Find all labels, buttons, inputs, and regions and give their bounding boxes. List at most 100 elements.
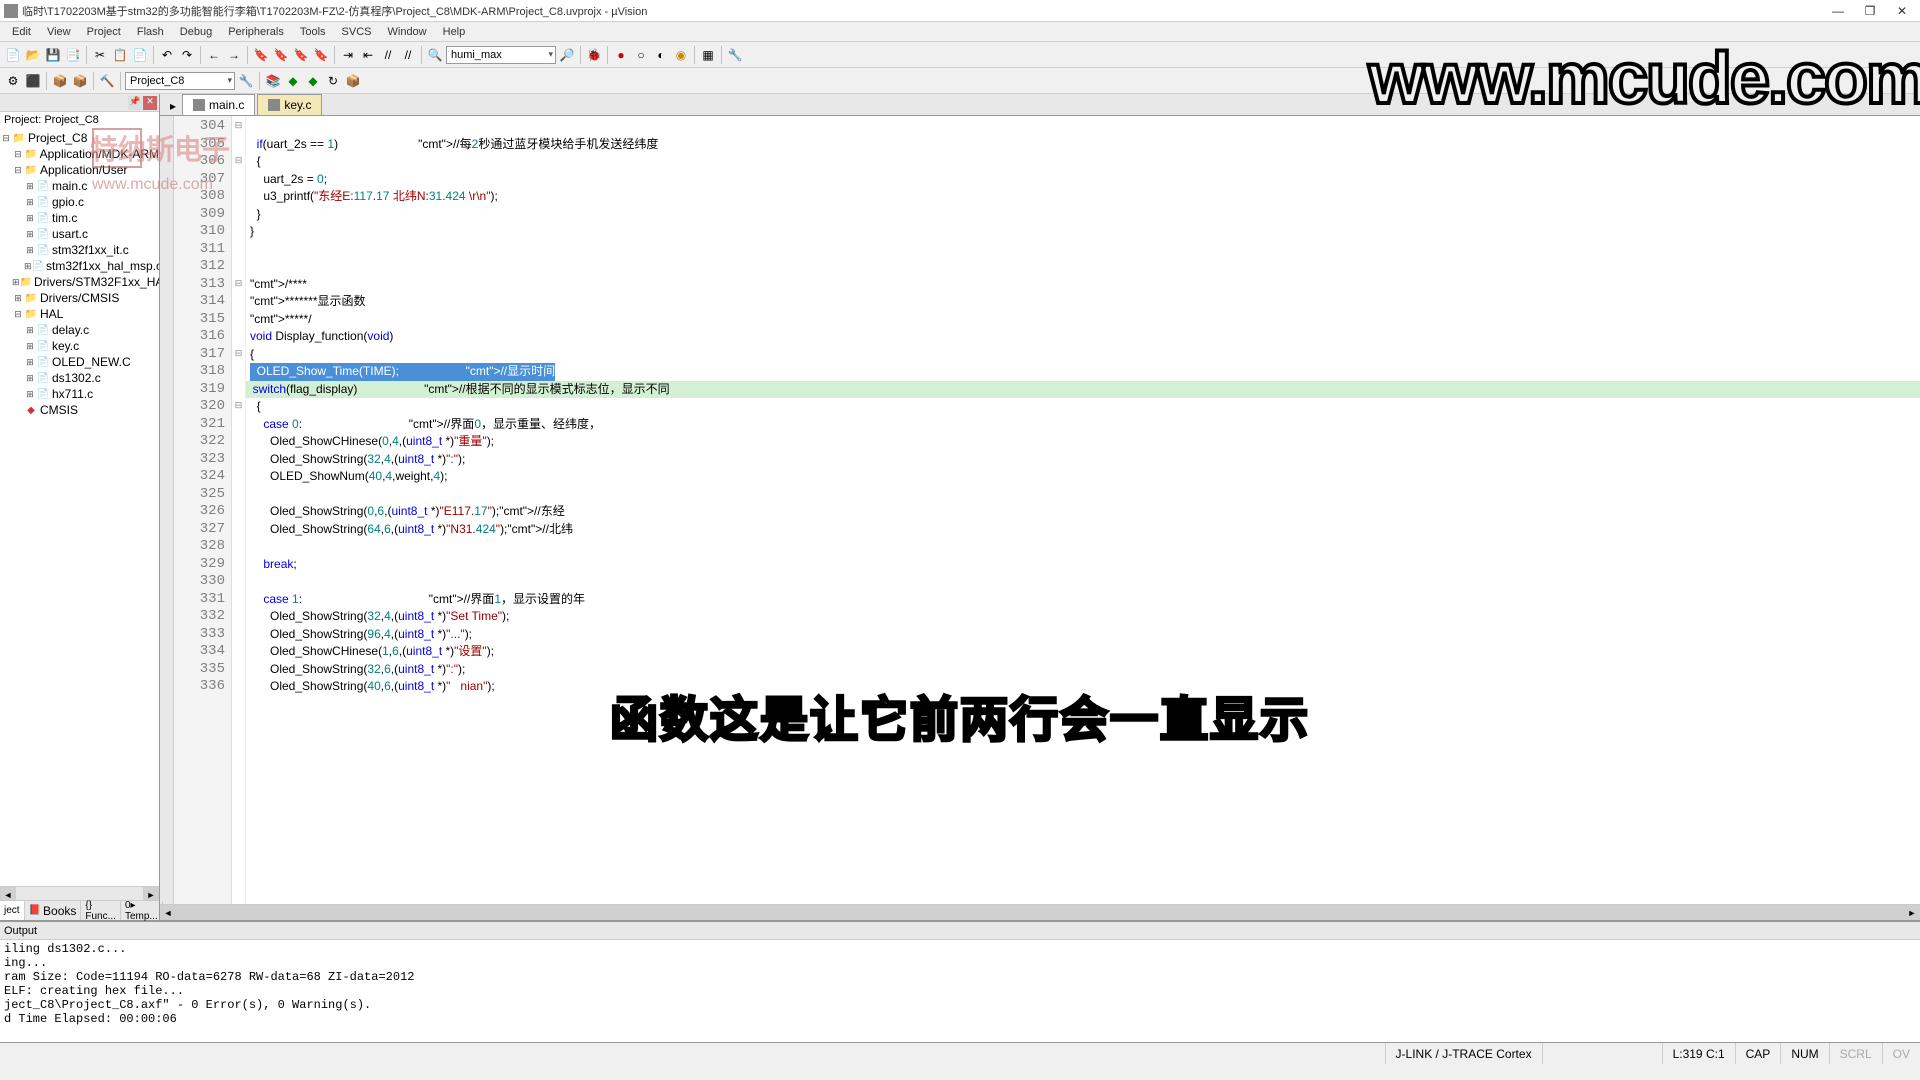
tree-file[interactable]: stm32f1xx_it.c: [52, 243, 129, 257]
rebuild-icon[interactable]: 📦: [51, 72, 69, 90]
uncomment-icon[interactable]: //: [399, 46, 417, 64]
indent-icon[interactable]: ⇥: [339, 46, 357, 64]
translate-icon[interactable]: ⚙: [4, 72, 22, 90]
watermark-logo-text: 特纳斯电子: [90, 128, 230, 168]
cut-icon[interactable]: ✂: [91, 46, 109, 64]
editor-area: ▸ main.c key.c 3043053063073083093103113…: [160, 94, 1920, 920]
tree-file[interactable]: hx711.c: [52, 387, 93, 401]
scroll-right-icon[interactable]: ►: [143, 887, 159, 900]
configure-icon[interactable]: 🔧: [726, 46, 744, 64]
status-cap: CAP: [1735, 1043, 1781, 1064]
status-num: NUM: [1780, 1043, 1828, 1064]
breakpoint-icon[interactable]: ●: [612, 46, 630, 64]
find-icon[interactable]: 🔍: [426, 46, 444, 64]
pack3-icon[interactable]: ↻: [324, 72, 342, 90]
window-title: 临时\T1702203M基于stm32的多功能智能行李箱\T1702203M-F…: [22, 3, 1828, 19]
editor-tab-key[interactable]: key.c: [257, 94, 322, 115]
tree-file[interactable]: ds1302.c: [52, 371, 101, 385]
output-title: Output: [0, 922, 1920, 940]
open-icon[interactable]: 📂: [24, 46, 42, 64]
tree-file[interactable]: key.c: [52, 339, 79, 353]
tree-file[interactable]: tim.c: [52, 211, 77, 225]
tree-folder[interactable]: Drivers/STM32F1xx_HAL_Driv: [34, 275, 159, 289]
tree-folder[interactable]: HAL: [40, 307, 63, 321]
pack-icon[interactable]: ◆: [284, 72, 302, 90]
comment-icon[interactable]: //: [379, 46, 397, 64]
menu-svcs[interactable]: SVCS: [334, 26, 380, 38]
file-icon: [268, 99, 280, 111]
tree-file[interactable]: usart.c: [52, 227, 88, 241]
outdent-icon[interactable]: ⇤: [359, 46, 377, 64]
target-options-icon[interactable]: 🔧: [237, 72, 255, 90]
manage-icon[interactable]: 📚: [264, 72, 282, 90]
breakpoint-kill-icon[interactable]: ◐: [652, 46, 670, 64]
pack4-icon[interactable]: 📦: [344, 72, 362, 90]
bookmark-icon[interactable]: 🔖: [252, 46, 270, 64]
saveall-icon[interactable]: 📑: [64, 46, 82, 64]
copy-icon[interactable]: 📋: [111, 46, 129, 64]
statusbar: J-LINK / J-TRACE Cortex L:319 C:1 CAP NU…: [0, 1042, 1920, 1064]
tab-nav-icon[interactable]: ▸: [164, 97, 182, 115]
sidebar-tabs: ject 📕Books {} Func... 0▸ Temp...: [0, 900, 159, 920]
find-combo[interactable]: humi_max: [446, 46, 556, 64]
target-combo[interactable]: Project_C8: [125, 72, 235, 90]
build-icon[interactable]: ⬛: [24, 72, 42, 90]
menu-edit[interactable]: Edit: [4, 26, 39, 38]
menu-tools[interactable]: Tools: [292, 26, 334, 38]
sidebar-pin-icon[interactable]: 📌: [128, 96, 142, 110]
redo-icon[interactable]: ↷: [178, 46, 196, 64]
project-tree[interactable]: ⊟📁Project_C8 ⊟📁Application/MDK-ARM ⊟📁App…: [0, 128, 159, 886]
tab-project[interactable]: ject: [0, 901, 25, 920]
pack2-icon[interactable]: ◆: [304, 72, 322, 90]
forward-icon[interactable]: →: [225, 46, 243, 64]
fold-column[interactable]: ⊟⊟⊟⊟⊟: [232, 116, 246, 904]
output-body[interactable]: iling ds1302.c...ing...ram Size: Code=11…: [0, 940, 1920, 1042]
new-icon[interactable]: 📄: [4, 46, 22, 64]
debug-icon[interactable]: 🐞: [585, 46, 603, 64]
menu-debug[interactable]: Debug: [172, 26, 220, 38]
paste-icon[interactable]: 📄: [131, 46, 149, 64]
window-icon[interactable]: ▦: [699, 46, 717, 64]
back-icon[interactable]: ←: [205, 46, 223, 64]
tab-functions[interactable]: {} Func...: [81, 901, 121, 920]
tree-file[interactable]: stm32f1xx_hal_msp.c: [46, 259, 159, 273]
tree-file[interactable]: OLED_NEW.C: [52, 355, 131, 369]
menu-project[interactable]: Project: [79, 26, 129, 38]
tree-file[interactable]: main.c: [52, 179, 87, 193]
app-icon: [4, 4, 18, 18]
status-ov: OV: [1882, 1043, 1920, 1064]
save-icon[interactable]: 💾: [44, 46, 62, 64]
breakpoint-killall-icon[interactable]: ◉: [672, 46, 690, 64]
tree-file[interactable]: delay.c: [52, 323, 89, 337]
menu-peripherals[interactable]: Peripherals: [220, 26, 292, 38]
menu-flash[interactable]: Flash: [129, 26, 172, 38]
tab-templates[interactable]: 0▸ Temp...: [121, 901, 163, 920]
watermark-logo-url: www.mcude.com: [92, 176, 213, 194]
sidebar-close-icon[interactable]: ✕: [143, 96, 157, 110]
menu-view[interactable]: View: [39, 26, 79, 38]
tab-books[interactable]: 📕Books: [25, 901, 82, 920]
options-icon[interactable]: 🔨: [98, 72, 116, 90]
code-editor[interactable]: if(uart_2s == 1) "cmt">//每2秒通过蓝牙模块给手机发送经…: [246, 116, 1920, 904]
scroll-left-icon[interactable]: ◄: [0, 887, 16, 900]
minimize-button[interactable]: —: [1828, 4, 1848, 18]
maximize-button[interactable]: ❐: [1860, 4, 1880, 18]
menu-help[interactable]: Help: [435, 26, 474, 38]
project-title: Project: Project_C8: [0, 112, 159, 128]
tree-root[interactable]: Project_C8: [28, 131, 87, 145]
tree-file[interactable]: gpio.c: [52, 195, 84, 209]
tree-folder[interactable]: Drivers/CMSIS: [40, 291, 119, 305]
watermark-url: www.mcude.com: [1369, 38, 1920, 120]
undo-icon[interactable]: ↶: [158, 46, 176, 64]
tree-cmsis[interactable]: CMSIS: [40, 403, 78, 417]
breakpoint-disable-icon[interactable]: ○: [632, 46, 650, 64]
find-scope-icon[interactable]: 🔎: [558, 46, 576, 64]
bookmark-clear-icon[interactable]: 🔖: [312, 46, 330, 64]
bookmark-prev-icon[interactable]: 🔖: [272, 46, 290, 64]
menu-window[interactable]: Window: [380, 26, 435, 38]
batch-icon[interactable]: 📦: [71, 72, 89, 90]
close-button[interactable]: ✕: [1892, 4, 1912, 18]
editor-tab-main[interactable]: main.c: [182, 94, 255, 115]
bookmark-next-icon[interactable]: 🔖: [292, 46, 310, 64]
scroll-right-icon[interactable]: ►: [1904, 905, 1920, 920]
